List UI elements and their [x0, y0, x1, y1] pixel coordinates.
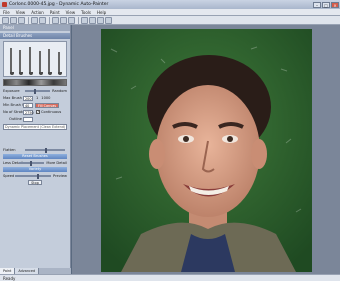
exposure-row: Exposure Random [3, 88, 67, 94]
save-icon[interactable] [18, 16, 25, 24]
minimize-button[interactable]: – [313, 1, 321, 8]
brush-icon[interactable] [9, 48, 14, 75]
min-brush-row: Min Brush Size 40 Fill Canvas [3, 102, 67, 108]
menu-paint[interactable]: Paint [50, 10, 60, 15]
zoom-out-icon[interactable] [89, 16, 96, 24]
reset-brushes-button[interactable]: Reset Brushes [3, 154, 67, 159]
max-brush-row: Max Brush Size 200 1 1000 [3, 95, 67, 101]
brush-selector[interactable] [3, 41, 67, 77]
max-brush-extra2: 1000 [41, 96, 51, 100]
new-icon[interactable] [2, 16, 9, 24]
title-bar: Corlonc.0000-45.jpg - Dynamic Auto-Paint… [0, 0, 340, 9]
flatten-label: Flatten [3, 148, 16, 152]
exposure-slider[interactable] [25, 88, 51, 94]
portrait-image [101, 29, 312, 272]
fill-canvas-button[interactable]: Fill Canvas [35, 102, 60, 108]
min-brush-field[interactable]: 40 [23, 102, 33, 108]
open-icon[interactable] [10, 16, 17, 24]
maximize-button[interactable]: □ [322, 1, 330, 8]
menu-view-2[interactable]: View [66, 10, 76, 15]
menu-action[interactable]: Action [31, 10, 44, 15]
stop-button[interactable]: Stop [28, 180, 42, 185]
strokes-row: No of Strokes 2750 ✓ Continuous [3, 109, 67, 115]
section-title: Detail Brushes [0, 33, 70, 39]
more-detail-label: More Detail [46, 161, 67, 165]
status-text: Ready [3, 276, 16, 281]
texture-strip[interactable] [3, 79, 67, 86]
speed-label: Speed [3, 174, 15, 178]
preview-label: Preview [53, 174, 67, 178]
slider-knob[interactable] [45, 147, 47, 153]
painted-portrait[interactable] [101, 29, 312, 272]
window-title: Corlonc.0000-45.jpg - Dynamic Auto-Paint… [9, 2, 109, 7]
placement-dropdown[interactable]: Dynamic Placement (Clean Extend) [3, 124, 67, 130]
brush-icon[interactable] [48, 49, 53, 75]
toolbar-separator [28, 16, 29, 24]
toolbar-separator [78, 16, 79, 24]
menu-help[interactable]: Help [97, 10, 106, 15]
paint-icon[interactable] [52, 16, 59, 24]
exposure-label: Exposure [3, 89, 20, 93]
canvas-area[interactable] [72, 25, 340, 274]
outline-row: Outline [3, 116, 67, 122]
outline-label: Outline [9, 117, 23, 121]
strokes-label: No of Strokes [3, 110, 27, 114]
panel-header: Panel [0, 25, 70, 31]
min-brush-label: Min Brush Size [3, 103, 30, 107]
max-brush-extra: 1 [36, 96, 39, 100]
brush-icon[interactable] [58, 52, 63, 75]
menu-bar: File View Action Paint View Tools Help [0, 9, 340, 16]
max-brush-field[interactable]: 200 [23, 95, 33, 101]
menu-file[interactable]: File [3, 10, 10, 15]
close-button[interactable]: × [331, 1, 339, 8]
outline-field[interactable] [23, 116, 33, 122]
menu-view[interactable]: View [16, 10, 26, 15]
flatten-slider[interactable] [25, 147, 65, 153]
menu-tools[interactable]: Tools [81, 10, 91, 15]
slider-knob[interactable] [30, 160, 33, 166]
strokes-field[interactable]: 2750 [23, 109, 34, 115]
toolbar-separator [49, 16, 50, 24]
flatten-row: Flatten [3, 147, 67, 153]
canvas-icon[interactable] [97, 16, 104, 24]
redo-icon[interactable] [39, 16, 46, 24]
continuous-label: Continuous [41, 110, 62, 114]
max-brush-label: Max Brush Size [3, 96, 31, 100]
zoom-in-icon[interactable] [81, 16, 88, 24]
brush-icon[interactable] [19, 50, 24, 75]
side-panel: Panel Detail Brushes Exposure Random Max… [0, 25, 71, 274]
undo-icon[interactable] [31, 16, 38, 24]
random-label: Random [52, 89, 67, 93]
app-icon [2, 2, 7, 7]
speed-row: Speed Preview [3, 173, 67, 179]
toolbar [0, 16, 340, 25]
slider-knob[interactable] [33, 88, 36, 94]
style-icon[interactable] [105, 16, 112, 24]
status-bar: Ready [0, 274, 340, 281]
brush-icon[interactable] [29, 47, 34, 75]
speed-slider[interactable] [15, 173, 51, 179]
variety-button[interactable]: Variety [3, 167, 67, 172]
panel-spacer [0, 132, 70, 146]
detail-slider[interactable] [19, 160, 45, 166]
stop-icon[interactable] [68, 16, 75, 24]
pause-icon[interactable] [60, 16, 67, 24]
continuous-checkbox[interactable]: ✓ [36, 110, 40, 114]
less-detail-label: Less Detail [3, 161, 23, 165]
detail-row: Less Detail More Detail [3, 160, 67, 166]
slider-knob[interactable] [36, 173, 39, 179]
brush-icon[interactable] [38, 51, 43, 75]
